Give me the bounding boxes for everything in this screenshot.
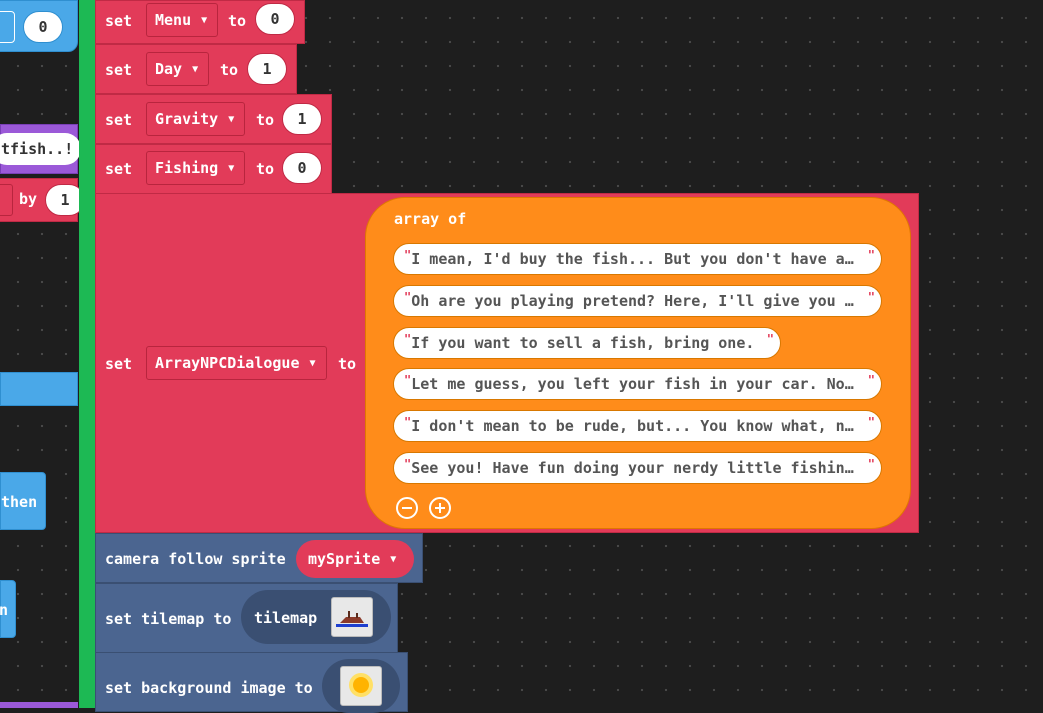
to-keyword: to xyxy=(256,111,275,129)
left-number-field[interactable]: 0 xyxy=(23,11,63,43)
to-keyword: to xyxy=(228,12,247,30)
string-text: Let me guess, you left your fish in your… xyxy=(411,375,854,393)
array-of-label: array of xyxy=(394,210,467,228)
dialogue-string-4[interactable]: " Let me guess, you left your fish in yo… xyxy=(393,368,882,400)
dialogue-string-1[interactable]: " I mean, I'd buy the fish... But you do… xyxy=(393,243,882,275)
background-image-field[interactable] xyxy=(322,659,400,713)
left-string-text: tfish..! xyxy=(1,140,74,158)
dialogue-string-5[interactable]: " I don't mean to be rude, but... You kn… xyxy=(393,410,882,442)
string-text: See you! Have fun doing your nerdy littl… xyxy=(411,459,854,477)
menu-variable-dropdown[interactable]: Menu ▼ xyxy=(146,3,219,37)
left-var-stub[interactable] xyxy=(0,184,13,216)
open-quote-icon: " xyxy=(404,248,412,262)
set-keyword: set xyxy=(105,111,133,129)
open-quote-icon: " xyxy=(404,415,412,429)
variable-name: Fishing xyxy=(155,159,219,177)
close-quote-icon: " xyxy=(867,457,875,471)
gravity-variable-dropdown[interactable]: Gravity ▼ xyxy=(146,102,246,136)
sprite-name: mySprite xyxy=(308,550,381,568)
set-gravity-block[interactable]: set Gravity ▼ to 1 xyxy=(95,94,332,144)
left-purple-block[interactable]: tfish..! xyxy=(0,124,81,174)
tilemap-keyword: tilemap xyxy=(254,609,318,627)
set-tilemap-label: set tilemap to xyxy=(105,610,232,628)
tilemap-thumbnail-icon[interactable] xyxy=(331,597,373,637)
dialogue-string-3[interactable]: " If you want to sell a fish, bring one.… xyxy=(393,327,781,359)
caret-down-icon: ▼ xyxy=(390,553,397,565)
dialogue-string-6[interactable]: " See you! Have fun doing your nerdy lit… xyxy=(393,452,882,484)
open-quote-icon: " xyxy=(404,457,412,471)
close-quote-icon: " xyxy=(867,415,875,429)
left-blue-bar[interactable] xyxy=(0,372,78,406)
set-background-label: set background image to xyxy=(105,679,313,697)
day-variable-dropdown[interactable]: Day ▼ xyxy=(146,52,210,86)
set-background-image-block[interactable]: set background image to xyxy=(95,652,408,713)
by-label: by xyxy=(19,190,38,208)
left-dropdown-stub[interactable] xyxy=(0,11,15,43)
set-keyword: set xyxy=(105,61,133,79)
then-label: then xyxy=(1,493,38,511)
to-keyword: to xyxy=(220,61,239,79)
caret-down-icon: ▼ xyxy=(228,162,235,174)
close-quote-icon: " xyxy=(867,290,875,304)
open-quote-icon: " xyxy=(404,290,412,304)
set-keyword: set xyxy=(105,355,133,373)
menu-value-field[interactable]: 0 xyxy=(255,3,295,35)
open-quote-icon: " xyxy=(404,332,412,346)
sun-image-thumbnail-icon[interactable] xyxy=(340,666,382,706)
caret-down-icon: ▼ xyxy=(201,14,208,26)
tilemap-field[interactable]: tilemap xyxy=(241,590,391,644)
set-keyword: set xyxy=(105,12,133,30)
caret-down-icon: ▼ xyxy=(192,63,199,75)
string-text: I don't mean to be rude, but... You know… xyxy=(411,417,854,435)
variable-name: Day xyxy=(155,60,183,78)
left-n-block[interactable]: n xyxy=(0,580,16,638)
set-menu-block[interactable]: set Menu ▼ to 0 xyxy=(95,0,305,44)
close-quote-icon: " xyxy=(867,248,875,262)
dialogue-string-2[interactable]: " Oh are you playing pretend? Here, I'll… xyxy=(393,285,882,317)
left-change-by-block[interactable]: by 1 xyxy=(0,178,85,222)
event-block-spine[interactable] xyxy=(79,0,95,708)
gravity-value-field[interactable]: 1 xyxy=(282,103,322,135)
left-block-number[interactable]: 0 xyxy=(0,0,78,52)
to-keyword: to xyxy=(256,160,275,178)
caret-down-icon: ▼ xyxy=(309,357,316,369)
variable-name: ArrayNPCDialogue xyxy=(155,354,300,372)
plus-circle-icon[interactable] xyxy=(429,497,451,519)
variable-name: Gravity xyxy=(155,110,219,128)
npc-variable-dropdown[interactable]: ArrayNPCDialogue ▼ xyxy=(146,346,327,380)
set-tilemap-block[interactable]: set tilemap to tilemap xyxy=(95,583,398,653)
fishing-variable-dropdown[interactable]: Fishing ▼ xyxy=(146,151,246,185)
left-purple-stub xyxy=(0,702,78,708)
set-fishing-block[interactable]: set Fishing ▼ to 0 xyxy=(95,144,332,194)
to-keyword: to xyxy=(338,355,357,373)
left-then-block[interactable]: then xyxy=(0,472,46,530)
camera-follow-label: camera follow sprite xyxy=(105,550,286,568)
left-string-field[interactable]: tfish..! xyxy=(0,133,81,165)
fishing-value-field[interactable]: 0 xyxy=(282,152,322,184)
string-text: I mean, I'd buy the fish... But you don'… xyxy=(411,250,854,268)
caret-down-icon: ▼ xyxy=(228,113,235,125)
n-label: n xyxy=(0,601,9,619)
camera-follow-sprite-block[interactable]: camera follow sprite mySprite ▼ xyxy=(95,533,423,583)
sprite-dropdown[interactable]: mySprite ▼ xyxy=(296,540,414,578)
close-quote-icon: " xyxy=(766,332,774,346)
string-text: Oh are you playing pretend? Here, I'll g… xyxy=(411,292,854,310)
open-quote-icon: " xyxy=(404,373,412,387)
string-text: If you want to sell a fish, bring one. xyxy=(411,334,755,352)
close-quote-icon: " xyxy=(867,373,875,387)
day-value-field[interactable]: 1 xyxy=(247,53,287,85)
set-day-block[interactable]: set Day ▼ to 1 xyxy=(95,44,297,94)
minus-circle-icon[interactable] xyxy=(396,497,418,519)
variable-name: Menu xyxy=(155,11,192,29)
set-keyword: set xyxy=(105,160,133,178)
